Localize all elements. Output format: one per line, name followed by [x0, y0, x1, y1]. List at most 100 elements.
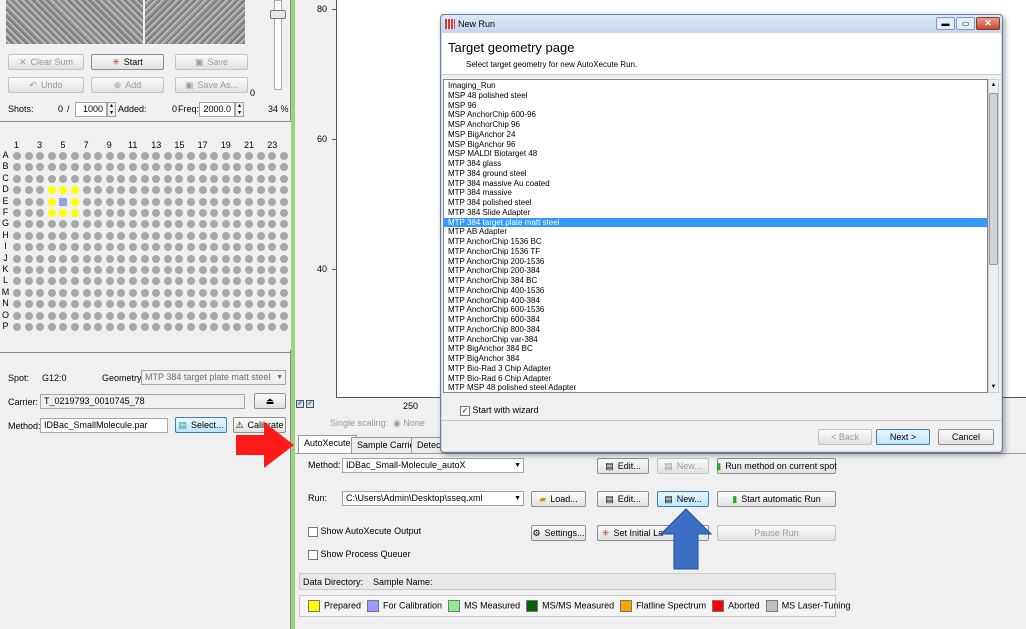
plate-well[interactable] [187, 220, 195, 229]
plate-well[interactable] [279, 152, 288, 160]
plate-well[interactable] [279, 197, 288, 206]
plate-well[interactable] [94, 231, 103, 240]
plate-well[interactable] [187, 277, 195, 286]
plate-well[interactable] [129, 254, 137, 263]
plate-well[interactable] [71, 186, 79, 195]
plate-well[interactable] [152, 197, 161, 206]
plate-well[interactable] [175, 277, 184, 286]
plate-well[interactable] [94, 209, 103, 217]
plate-well[interactable] [233, 209, 242, 217]
tab-detection[interactable]: Detecti [411, 437, 443, 453]
plate-well[interactable] [140, 220, 149, 229]
plate-well[interactable] [47, 197, 56, 206]
plate-well[interactable] [59, 243, 68, 252]
plate-well[interactable] [47, 277, 56, 286]
plate-well[interactable] [140, 300, 149, 309]
geometry-list-item[interactable]: MSP AnchorChip 96 [444, 120, 987, 130]
plate-well[interactable] [279, 186, 288, 195]
plate-well[interactable] [129, 231, 137, 240]
plate-well[interactable] [71, 300, 79, 309]
plate-well[interactable] [140, 174, 149, 183]
plate-well[interactable] [279, 243, 288, 252]
plate-well[interactable] [129, 266, 137, 274]
plate-well[interactable] [152, 231, 161, 240]
plate-well[interactable] [256, 311, 265, 320]
plate-well[interactable] [129, 300, 137, 309]
plate-well[interactable] [163, 266, 172, 274]
minimize-button[interactable]: ▬ [936, 17, 955, 30]
plate-well[interactable] [279, 231, 288, 240]
plate-well[interactable] [268, 209, 277, 217]
plate-well[interactable] [256, 197, 265, 206]
plate-well[interactable] [175, 254, 184, 263]
plate-well[interactable] [140, 186, 149, 195]
plate-well[interactable] [279, 277, 288, 286]
plate-well[interactable] [187, 266, 195, 274]
plate-well[interactable] [24, 231, 33, 240]
plate-well[interactable] [117, 186, 126, 195]
plate-well[interactable] [71, 163, 79, 172]
plate-well[interactable] [221, 174, 230, 183]
plate-well[interactable] [163, 300, 172, 309]
geometry-list-item[interactable]: MSP BigAnchor 96 [444, 140, 987, 150]
plate-well[interactable] [117, 197, 126, 206]
plate-well[interactable] [24, 152, 33, 160]
target-geometry-list[interactable]: Imaging_Run MSP 48 polished steel MSP 96 MS… [443, 79, 988, 393]
plate-well[interactable] [36, 163, 45, 172]
plate-well[interactable] [36, 243, 45, 252]
plate-well[interactable] [47, 254, 56, 263]
plate-well[interactable] [59, 209, 68, 217]
plate-well[interactable] [233, 300, 242, 309]
plate-well[interactable] [198, 220, 207, 229]
plate-well[interactable] [13, 277, 21, 286]
plate-well[interactable] [279, 254, 288, 263]
plate-well[interactable] [140, 243, 149, 252]
plate-well[interactable] [256, 163, 265, 172]
plate-well[interactable] [187, 174, 195, 183]
plate-well[interactable] [187, 186, 195, 195]
plate-well[interactable] [245, 209, 253, 217]
plate-well[interactable] [152, 277, 161, 286]
plate-well[interactable] [221, 243, 230, 252]
plate-well[interactable] [198, 266, 207, 274]
plate-well[interactable] [129, 152, 137, 160]
plate-well[interactable] [82, 174, 91, 183]
plate-well[interactable] [94, 243, 103, 252]
back-button[interactable]: < Back [818, 429, 872, 445]
plate-well[interactable] [198, 243, 207, 252]
plate-well[interactable] [279, 163, 288, 172]
plate-well[interactable] [13, 254, 21, 263]
plate-well[interactable] [221, 266, 230, 274]
plate-well[interactable] [233, 277, 242, 286]
plate-well[interactable] [233, 243, 242, 252]
geometry-select[interactable]: MTP 384 target plate matt steel ▼ [141, 370, 286, 385]
tab-autoxecute[interactable]: AutoXecute [298, 435, 357, 453]
cancel-button[interactable]: Cancel [938, 429, 994, 445]
view-toggle-2[interactable]: ✓ [306, 400, 314, 408]
plate-well[interactable] [59, 163, 68, 172]
plate-well[interactable] [187, 288, 195, 297]
plate-well[interactable] [105, 209, 114, 217]
geometry-list-item[interactable]: Imaging_Run [444, 81, 987, 91]
plate-well[interactable] [36, 266, 45, 274]
plate-well[interactable] [59, 311, 68, 320]
add-button[interactable]: ⊕ Add [91, 77, 164, 93]
plate-well[interactable] [279, 209, 288, 217]
plate-well[interactable] [82, 231, 91, 240]
plate-well[interactable] [175, 243, 184, 252]
geometry-list-item[interactable]: MTP 384 polished steel [444, 198, 987, 208]
plate-well[interactable] [24, 209, 33, 217]
new-method-button[interactable]: ▤ New... [657, 458, 709, 474]
plate-well[interactable] [129, 323, 137, 331]
geometry-list-item[interactable]: MTP Bio-Rad 6 Chip Adapter [444, 374, 987, 384]
plate-well[interactable] [117, 277, 126, 286]
plate-well[interactable] [245, 323, 253, 331]
plate-well[interactable] [233, 311, 242, 320]
plate-well[interactable] [256, 174, 265, 183]
geometry-list-item[interactable]: MTP AnchorChip 1536 TF [444, 247, 987, 257]
plate-well[interactable] [233, 288, 242, 297]
settings-button[interactable]: ⚙ Settings... [531, 525, 586, 541]
plate-well[interactable] [221, 254, 230, 263]
plate-well[interactable] [245, 220, 253, 229]
plate-well[interactable] [245, 277, 253, 286]
